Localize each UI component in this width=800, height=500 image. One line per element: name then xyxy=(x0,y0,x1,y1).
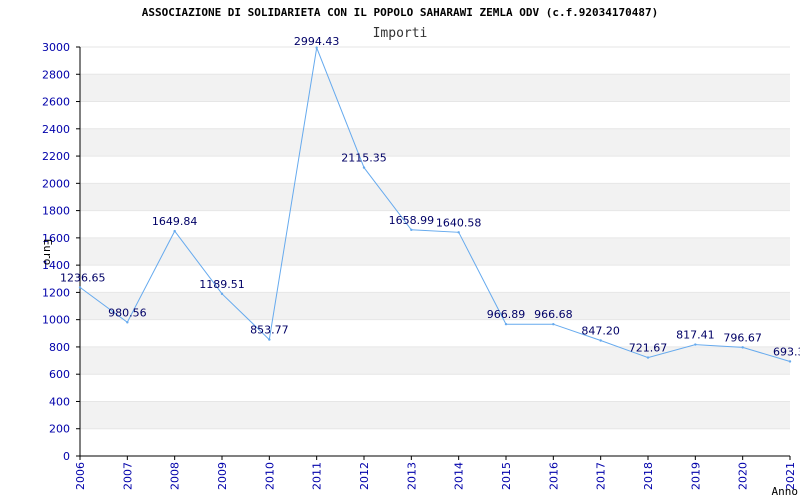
y-tick-label: 600 xyxy=(49,368,70,381)
data-label: 1640.58 xyxy=(436,216,482,229)
y-tick-label: 800 xyxy=(49,341,70,354)
data-point xyxy=(78,286,82,289)
y-tick-label: 1000 xyxy=(42,314,70,327)
x-tick-label: 2017 xyxy=(595,462,608,490)
grid-band xyxy=(80,74,790,102)
grid-band xyxy=(80,401,790,429)
data-point xyxy=(173,229,176,233)
data-label: 980.56 xyxy=(108,306,147,319)
chart-subtitle: Importi xyxy=(373,26,428,41)
data-label: 1649.84 xyxy=(152,215,198,228)
x-tick-label: 2019 xyxy=(689,462,702,490)
grid-bands xyxy=(80,74,790,429)
data-label: 2115.35 xyxy=(341,152,387,165)
data-label: 693.3 xyxy=(773,345,800,358)
x-tick-label: 2012 xyxy=(358,462,371,490)
chart-title: ASSOCIAZIONE DI SOLIDARIETA CON IL POPOL… xyxy=(142,6,659,19)
y-tick-label: 2400 xyxy=(42,123,70,136)
x-tick-label: 2006 xyxy=(74,462,87,490)
data-point xyxy=(741,346,744,349)
y-tick-label: 400 xyxy=(49,395,70,408)
data-label: 817.41 xyxy=(676,329,715,342)
data-point xyxy=(504,322,508,326)
data-label: 796.67 xyxy=(723,331,762,344)
y-axis-label: Euro xyxy=(41,239,54,266)
data-point xyxy=(599,339,602,342)
data-label: 1189.51 xyxy=(199,278,245,291)
x-tick-labels: 2006 2007 2008 2009 2010 2011 2012 2013 2014 2015… xyxy=(74,456,797,490)
x-tick-label: 2008 xyxy=(169,462,182,490)
y-tick-label: 0 xyxy=(63,450,70,463)
data-label: 966.68 xyxy=(534,308,573,321)
data-label: 1658.99 xyxy=(389,214,435,227)
y-tick-label: 200 xyxy=(49,423,70,436)
data-point xyxy=(457,231,460,234)
data-point xyxy=(552,323,555,326)
data-point xyxy=(646,356,650,359)
data-point xyxy=(694,343,697,346)
y-tick-label: 1800 xyxy=(42,205,70,218)
data-point xyxy=(410,228,413,232)
data-label: 853.77 xyxy=(250,324,289,337)
grid-band xyxy=(80,128,790,157)
x-tick-label: 2014 xyxy=(453,462,466,490)
x-tick-label: 2015 xyxy=(500,462,513,490)
data-label: 847.20 xyxy=(581,324,620,337)
y-tick-label: 1200 xyxy=(42,286,70,299)
data-label: 2994.43 xyxy=(294,35,340,48)
grid-band xyxy=(80,237,790,266)
data-point xyxy=(788,360,792,363)
data-point xyxy=(220,292,224,296)
x-tick-label: 2018 xyxy=(642,462,655,490)
x-axis-label: Anno xyxy=(772,485,799,498)
x-tick-label: 2016 xyxy=(547,462,560,490)
x-tick-label: 2011 xyxy=(311,462,324,490)
y-tick-label: 3000 xyxy=(42,41,70,54)
x-tick-label: 2020 xyxy=(737,462,750,490)
data-point xyxy=(126,321,129,324)
x-tick-label: 2013 xyxy=(405,462,418,490)
y-tick-label: 2000 xyxy=(42,177,70,190)
y-tick-label: 2600 xyxy=(42,96,70,109)
line-chart: 0200400600800100012001400160018002000220… xyxy=(41,6,800,498)
data-label: 1236.65 xyxy=(60,271,106,284)
grid-band xyxy=(80,292,790,320)
x-tick-label: 2007 xyxy=(121,462,134,490)
y-tick-label: 2800 xyxy=(42,68,70,81)
grid-band xyxy=(80,346,790,375)
y-tick-label: 2200 xyxy=(42,150,70,163)
data-label: 721.67 xyxy=(629,342,668,355)
data-point xyxy=(362,166,366,169)
data-point xyxy=(268,338,271,341)
x-tick-label: 2010 xyxy=(263,462,276,490)
x-tick-label: 2009 xyxy=(216,462,229,490)
data-label: 966.89 xyxy=(487,308,526,321)
grid-band xyxy=(80,183,790,211)
